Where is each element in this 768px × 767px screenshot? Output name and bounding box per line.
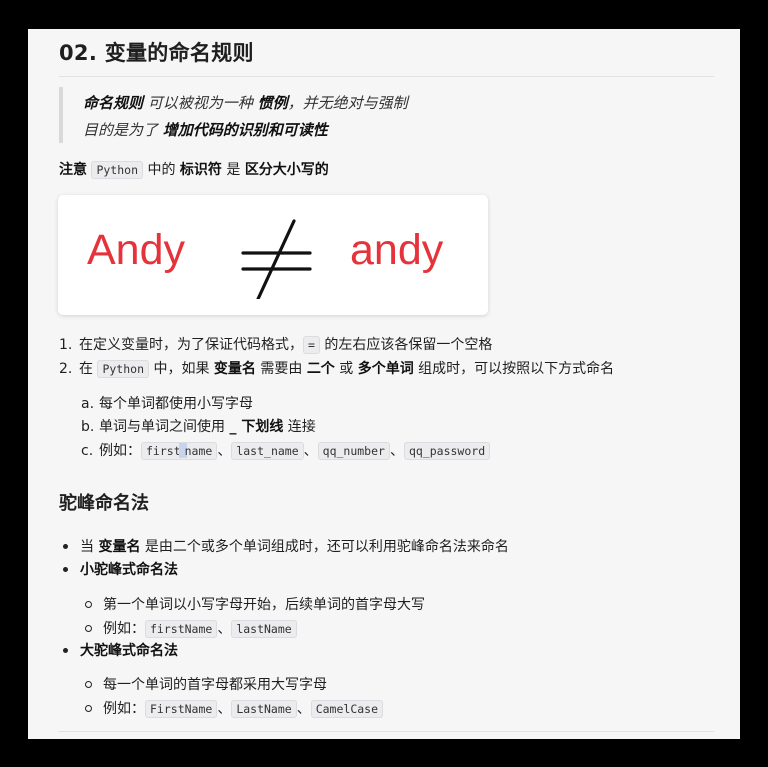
note-text: 中的 <box>143 162 180 178</box>
bullet-circle <box>85 680 92 688</box>
list-text: 在定义变量时，为了保证代码格式， <box>79 337 303 353</box>
document-page: 02. 变量的命名规则 命名规则 可以被视为一种 惯例，并无绝对与强制 目的是为… <box>28 29 740 739</box>
list-number: 2. <box>59 361 73 377</box>
inline-code: qq_password <box>403 442 491 460</box>
bullet-item: 小驼峰式命名法 <box>59 559 178 579</box>
list-bold: 多个单词 <box>357 361 414 377</box>
section-heading: 02. 变量的命名规则 <box>59 41 254 65</box>
sub-bullet-item: 例如： firstName、 lastName <box>81 618 297 638</box>
separator: 、 <box>217 701 232 717</box>
inline-code: lastName <box>231 620 297 638</box>
list-bold: 变量名 <box>98 539 141 555</box>
subsection-heading: 驼峰命名法 <box>59 493 149 514</box>
list-bold: 二个 <box>306 361 335 377</box>
bullet-dot <box>63 543 68 549</box>
inline-code: firstName <box>145 620 218 638</box>
sub-bullet-item: 第一个单词以小写字母开始，后续单词的首字母大写 <box>81 594 425 614</box>
note-line: 注意 Python 中的 标识符 是 区分大小写的 <box>59 159 329 179</box>
list-letter: c. <box>81 443 94 459</box>
inline-code: qq_number <box>317 442 390 460</box>
list-bold: 变量名 <box>213 361 256 377</box>
quote-line-2: 目的是为了 增加代码的识别和可读性 <box>83 119 328 140</box>
list-text: 例如： <box>99 443 141 459</box>
left-word: Andy <box>87 226 186 274</box>
quote-bold: 命名规则 <box>83 94 144 112</box>
list-text: 每一个单词的首字母都采用大写字母 <box>103 677 327 693</box>
note-label: 注意 <box>59 162 87 178</box>
bullet-circle <box>85 704 92 712</box>
list-item: 1. 在定义变量时，为了保证代码格式， = 的左右应该各保留一个空格 <box>59 334 492 354</box>
bullet-item: 当 变量名 是由二个或多个单词组成时，还可以利用驼峰命名法来命名 <box>59 536 509 556</box>
separator: 、 <box>389 443 404 459</box>
list-text: 或 <box>334 361 358 377</box>
code-text: first <box>146 444 181 458</box>
blockquote: 命名规则 可以被视为一种 惯例，并无绝对与强制 目的是为了 增加代码的识别和可读… <box>59 87 623 143</box>
note-text: 是 <box>221 162 245 178</box>
inline-code: CamelCase <box>310 700 384 718</box>
list-bold: 大驼峰式命名法 <box>80 643 178 659</box>
inline-code: Python <box>97 360 149 378</box>
list-text: 需要由 <box>255 361 307 377</box>
inline-code: = <box>303 336 320 354</box>
bullet-circle <box>85 624 92 632</box>
sub-list-item: b. 单词与单词之间使用 _ 下划线 连接 <box>81 416 316 436</box>
inline-code: LastName <box>231 700 297 718</box>
list-letter: b. <box>81 419 95 435</box>
inline-code: FirstName <box>145 700 218 718</box>
separator: 、 <box>303 443 318 459</box>
bullet-item: 大驼峰式命名法 <box>59 640 178 660</box>
bullet-dot <box>63 647 68 653</box>
quote-text: ，并无绝对与强制 <box>287 94 408 112</box>
separator: 、 <box>296 701 311 717</box>
bullet-dot <box>63 566 68 572</box>
sub-list-item: c. 例如： first name、 last_name、 qq_number、 qq_pa… <box>81 440 491 460</box>
list-text: 每个单词都使用小写字母 <box>99 396 253 412</box>
list-item: 2. 在 Python 中，如果 变量名 需要由 二个 或 多个单词 组成时，可以… <box>59 358 614 378</box>
list-text: 的左右应该各保留一个空格 <box>324 337 493 353</box>
list-bold: _ 下划线 <box>229 419 284 435</box>
list-text: 连接 <box>283 419 316 435</box>
quote-text: 可以被视为一种 <box>143 94 258 112</box>
list-text: 单词与单词之间使用 <box>99 419 230 435</box>
sub-bullet-item: 每一个单词的首字母都采用大写字母 <box>81 674 327 694</box>
list-bold: 小驼峰式命名法 <box>80 562 178 578</box>
next-block-edge <box>58 731 714 739</box>
not-equal-icon <box>241 219 312 299</box>
list-text: 例如： <box>103 621 145 637</box>
case-sensitivity-image: Andy andy <box>58 195 488 315</box>
list-text: 例如： <box>103 701 145 717</box>
separator: 、 <box>217 621 232 637</box>
list-text: 第一个单词以小写字母开始，后续单词的首字母大写 <box>103 597 425 613</box>
sub-bullet-item: 例如： FirstName、 LastName、 CamelCase <box>81 698 384 718</box>
note-bold: 区分大小写的 <box>244 162 329 178</box>
sub-list-item: a. 每个单词都使用小写字母 <box>81 393 253 413</box>
inline-code: last_name <box>231 442 304 460</box>
list-text: 组成时，可以按照以下方式命名 <box>413 361 615 377</box>
note-bold: 标识符 <box>179 162 222 178</box>
inline-code: Python <box>91 161 143 179</box>
separator: 、 <box>217 443 232 459</box>
quote-bold: 惯例 <box>257 94 288 112</box>
list-letter: a. <box>81 396 95 412</box>
list-text: 当 <box>80 539 99 555</box>
list-number: 1. <box>59 337 73 353</box>
inline-code: first name <box>141 442 218 460</box>
quote-bold: 增加代码的识别和可读性 <box>162 121 328 139</box>
list-text: 在 <box>79 361 98 377</box>
code-text: name <box>184 444 213 458</box>
list-text: 中，如果 <box>149 361 214 377</box>
heading-divider <box>59 76 714 77</box>
quote-line-1: 命名规则 可以被视为一种 惯例，并无绝对与强制 <box>83 92 408 113</box>
right-word: andy <box>350 226 444 274</box>
quote-text: 目的是为了 <box>83 121 163 139</box>
bullet-circle <box>85 600 92 608</box>
list-text: 是由二个或多个单词组成时，还可以利用驼峰命名法来命名 <box>140 539 509 555</box>
